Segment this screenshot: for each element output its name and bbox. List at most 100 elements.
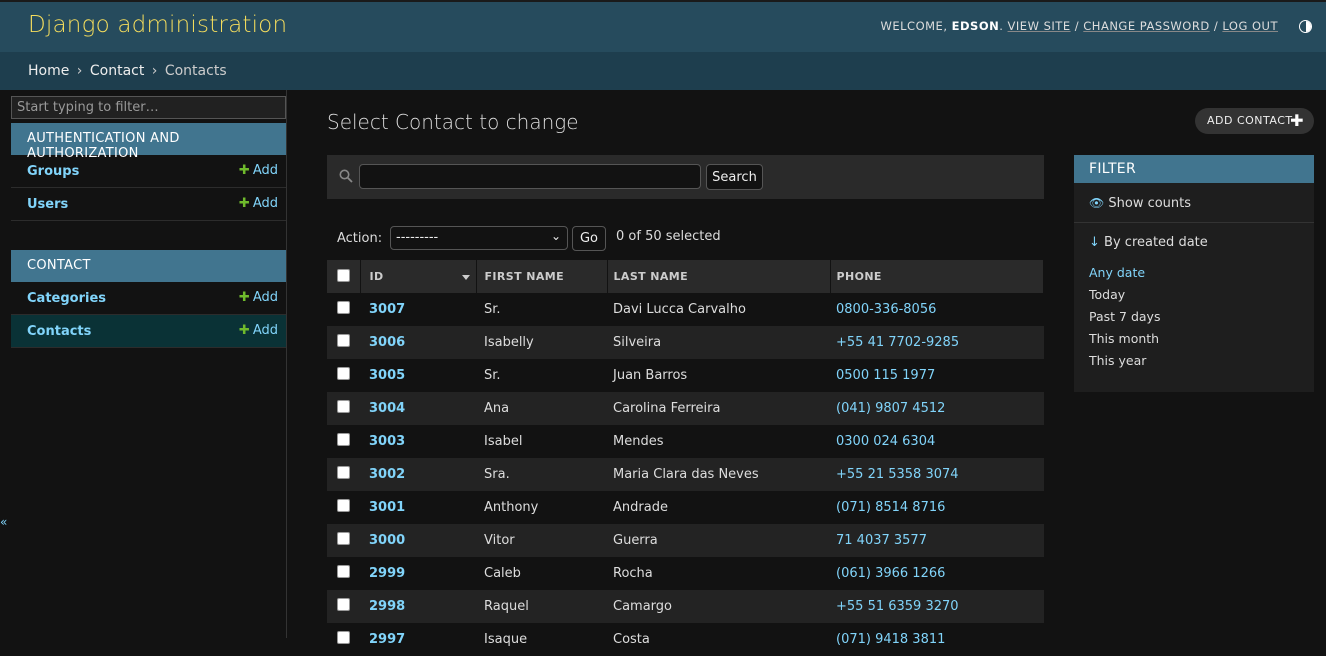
contact-id-link[interactable]: 3007	[369, 302, 405, 317]
select-all-header	[327, 260, 361, 293]
filter-heading-created-date[interactable]: ↓ By created date	[1089, 235, 1208, 250]
row-checkbox[interactable]	[337, 565, 350, 578]
nav-filter-input[interactable]	[11, 96, 286, 119]
row-checkbox[interactable]	[337, 499, 350, 512]
model-link-groups[interactable]: Groups	[27, 164, 79, 179]
action-select[interactable]: --------- ⌄	[390, 226, 568, 250]
row-checkbox[interactable]	[337, 334, 350, 347]
row-checkbox[interactable]	[337, 433, 350, 446]
table-row: 3005 Sr. Juan Barros 0500 115 1977	[327, 359, 1044, 392]
contact-id-link[interactable]: 3003	[369, 434, 405, 449]
selection-counter: 0 of 50 selected	[616, 229, 721, 244]
select-all-checkbox[interactable]	[337, 268, 350, 282]
add-contacts-link[interactable]: ✚ Add	[239, 323, 278, 338]
theme-toggle-icon[interactable]	[1299, 20, 1312, 33]
filter-choice-this-month[interactable]: This month	[1089, 331, 1159, 346]
cell-phone: +55 51 6359 3270	[836, 599, 959, 614]
contact-id-link[interactable]: 3001	[369, 500, 405, 515]
site-branding[interactable]: Django administration	[28, 12, 287, 38]
table-row: 3007 Sr. Davi Lucca Carvalho 0800-336-8056	[327, 293, 1044, 326]
column-header-first-name[interactable]: FIRST NAME	[476, 260, 608, 293]
cell-phone: (041) 9807 4512	[836, 401, 946, 416]
filter-choice-today[interactable]: Today	[1089, 287, 1125, 302]
row-checkbox[interactable]	[337, 466, 350, 479]
filter-panel: FILTER 👁 Show counts ↓ By created date A…	[1074, 155, 1314, 392]
table-row: 2998 Raquel Camargo +55 51 6359 3270	[327, 590, 1044, 623]
cell-last-name: Silveira	[613, 335, 662, 350]
show-counts-link[interactable]: 👁 Show counts	[1089, 196, 1191, 211]
contact-id-link[interactable]: 3006	[369, 335, 405, 350]
change-password-link[interactable]: CHANGE PASSWORD	[1083, 19, 1209, 33]
row-checkbox[interactable]	[337, 532, 350, 545]
model-link-categories[interactable]: Categories	[27, 291, 106, 306]
log-out-link[interactable]: LOG OUT	[1222, 19, 1278, 33]
cell-first-name: Anthony	[484, 500, 539, 515]
column-header-phone[interactable]: PHONE	[830, 260, 1044, 293]
cell-phone: (071) 9418 3811	[836, 632, 946, 647]
module-caption[interactable]: CONTACT	[11, 250, 286, 282]
breadcrumb-current: Contacts	[164, 63, 227, 79]
add-groups-link[interactable]: ✚ Add	[239, 163, 278, 178]
header: Django administration WELCOME, EDSON. VI…	[0, 0, 1326, 52]
column-header-last-name[interactable]: LAST NAME	[607, 260, 831, 293]
row-checkbox[interactable]	[337, 400, 350, 413]
table-row: 3006 Isabelly Silveira +55 41 7702-9285	[327, 326, 1044, 359]
cell-first-name: Isabelly	[484, 335, 534, 350]
model-link-users[interactable]: Users	[27, 197, 68, 212]
cell-first-name: Isabel	[484, 434, 523, 449]
username: EDSON	[951, 19, 1000, 33]
breadcrumb: Home › Contact › Contacts	[0, 52, 1326, 90]
contact-id-link[interactable]: 2999	[369, 566, 405, 581]
cell-first-name: Isaque	[484, 632, 528, 647]
table-row: 2999 Caleb Rocha (061) 3966 1266	[327, 557, 1044, 590]
row-checkbox[interactable]	[337, 367, 350, 380]
plus-icon: ✚	[238, 323, 250, 338]
module-caption[interactable]: AUTHENTICATION AND AUTHORIZATION	[11, 123, 286, 161]
contact-id-link[interactable]: 2997	[369, 632, 405, 647]
cell-last-name: Carolina Ferreira	[613, 401, 721, 416]
sidebar-item-users: Users ✚ Add	[11, 188, 286, 221]
model-link-contacts[interactable]: Contacts	[27, 324, 91, 339]
add-contact-button[interactable]: ADD CONTACT ✚	[1195, 108, 1314, 134]
contact-id-link[interactable]: 3004	[369, 401, 405, 416]
filter-choice-past-7-days[interactable]: Past 7 days	[1089, 309, 1160, 324]
add-users-link[interactable]: ✚ Add	[239, 196, 278, 211]
cell-phone: 71 4037 3577	[836, 533, 927, 548]
cell-phone: 0500 115 1977	[836, 368, 936, 383]
contact-id-link[interactable]: 3005	[369, 368, 405, 383]
cell-first-name: Caleb	[484, 566, 521, 581]
contact-id-link[interactable]: 3000	[369, 533, 405, 548]
actions-bar: Action: --------- ⌄ Go 0 of 50 selected	[327, 222, 1044, 256]
add-categories-link[interactable]: ✚ Add	[239, 290, 278, 305]
cell-last-name: Juan Barros	[613, 368, 688, 383]
breadcrumb-app[interactable]: Contact	[90, 63, 144, 79]
sidebar-collapse-toggle[interactable]: «	[0, 515, 7, 529]
filter-choice-any-date[interactable]: Any date	[1089, 265, 1145, 280]
contact-id-link[interactable]: 2998	[369, 599, 405, 614]
go-button[interactable]: Go	[572, 226, 606, 251]
cell-last-name: Mendes	[613, 434, 664, 449]
filter-choice-this-year[interactable]: This year	[1089, 353, 1146, 368]
sort-desc-icon[interactable]	[461, 275, 470, 280]
cell-first-name: Sr.	[484, 368, 501, 383]
search-button[interactable]: Search	[706, 164, 763, 190]
view-site-link[interactable]: VIEW SITE	[1008, 19, 1071, 33]
row-checkbox[interactable]	[337, 598, 350, 611]
chevron-down-icon: ⌄	[550, 229, 561, 243]
divider	[1074, 222, 1314, 223]
search-toolbar: Search	[327, 155, 1044, 199]
table-body: 3007 Sr. Davi Lucca Carvalho 0800-336-8056 3…	[327, 293, 1044, 656]
cell-phone: 0300 024 6304	[836, 434, 936, 449]
module-auth: AUTHENTICATION AND AUTHORIZATION Groups …	[11, 123, 286, 221]
search-input[interactable]	[359, 164, 701, 189]
table-row: 2997 Isaque Costa (071) 9418 3811	[327, 623, 1044, 656]
sidebar-item-contacts: Contacts ✚ Add	[11, 315, 286, 348]
cell-first-name: Ana	[484, 401, 510, 416]
contact-id-link[interactable]: 3002	[369, 467, 405, 482]
cell-last-name: Costa	[613, 632, 650, 647]
cell-first-name: Raquel	[484, 599, 529, 614]
breadcrumb-home[interactable]: Home	[28, 63, 69, 79]
column-header-id[interactable]: ID	[360, 260, 477, 293]
row-checkbox[interactable]	[337, 301, 350, 314]
module-contact: CONTACT Categories ✚ Add Contacts ✚ Add	[11, 250, 286, 348]
